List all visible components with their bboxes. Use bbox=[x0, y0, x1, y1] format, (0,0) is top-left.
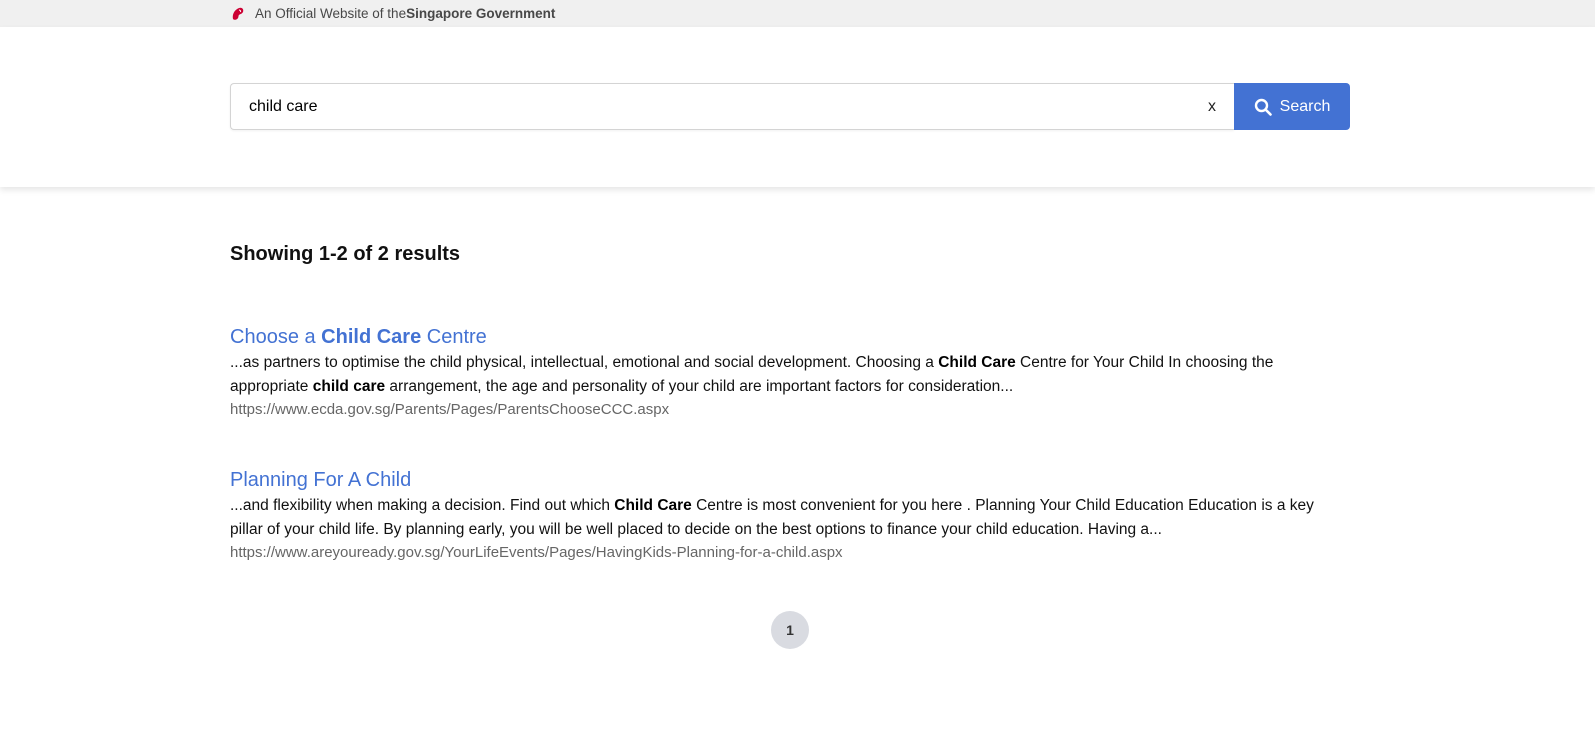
snippet-text: arrangement, the age and personality of … bbox=[385, 377, 1014, 395]
results-area: Showing 1-2 of 2 results Choose a Child … bbox=[230, 243, 1350, 649]
result-title-link[interactable]: Planning For A Child bbox=[230, 469, 411, 491]
search-result: Planning For A Child ...and flexibility … bbox=[230, 467, 1350, 564]
result-title-text: Planning For A Child bbox=[230, 469, 412, 491]
result-title-text: Choose a bbox=[230, 326, 322, 348]
masthead-inner: An Official Website of the Singapore Gov… bbox=[230, 6, 555, 22]
search-button-label: Search bbox=[1279, 97, 1331, 115]
masthead-government-label: Singapore Government bbox=[406, 6, 556, 21]
result-snippet: ...as partners to optimise the child phy… bbox=[230, 351, 1350, 398]
masthead: An Official Website of the Singapore Gov… bbox=[0, 0, 1595, 27]
snippet-highlight: child care bbox=[312, 377, 386, 395]
result-snippet: ...and flexibility when making a decisio… bbox=[230, 494, 1350, 541]
snippet-text: ...and flexibility when making a decisio… bbox=[230, 497, 615, 514]
search-icon bbox=[1254, 98, 1272, 116]
snippet-highlight: Child Care bbox=[614, 497, 692, 514]
search-header: x Search bbox=[0, 27, 1595, 187]
search-input[interactable] bbox=[247, 96, 1204, 117]
clear-search-button[interactable]: x bbox=[1204, 98, 1220, 116]
masthead-prefix: An Official Website of the bbox=[255, 6, 407, 21]
search-bar: x Search bbox=[230, 83, 1350, 130]
result-title-link[interactable]: Choose a Child Care Centre bbox=[230, 326, 487, 348]
singapore-lion-icon bbox=[230, 6, 246, 22]
result-url-link[interactable]: https://www.areyouready.gov.sg/YourLifeE… bbox=[230, 544, 843, 561]
page-1-button[interactable]: 1 bbox=[771, 611, 809, 649]
result-title-text: Centre bbox=[421, 326, 487, 348]
snippet-text: ...as partners to optimise the child phy… bbox=[230, 354, 939, 371]
search-result: Choose a Child Care Centre ...as partner… bbox=[230, 324, 1350, 421]
results-summary: Showing 1-2 of 2 results bbox=[230, 243, 461, 265]
pagination: 1 bbox=[230, 611, 1350, 649]
result-title-highlight: Child Care bbox=[321, 326, 422, 348]
search-button[interactable]: Search bbox=[1234, 83, 1350, 130]
snippet-highlight: Child Care bbox=[938, 354, 1016, 371]
result-url-link[interactable]: https://www.ecda.gov.sg/Parents/Pages/Pa… bbox=[230, 401, 669, 418]
search-box: x bbox=[230, 83, 1234, 130]
